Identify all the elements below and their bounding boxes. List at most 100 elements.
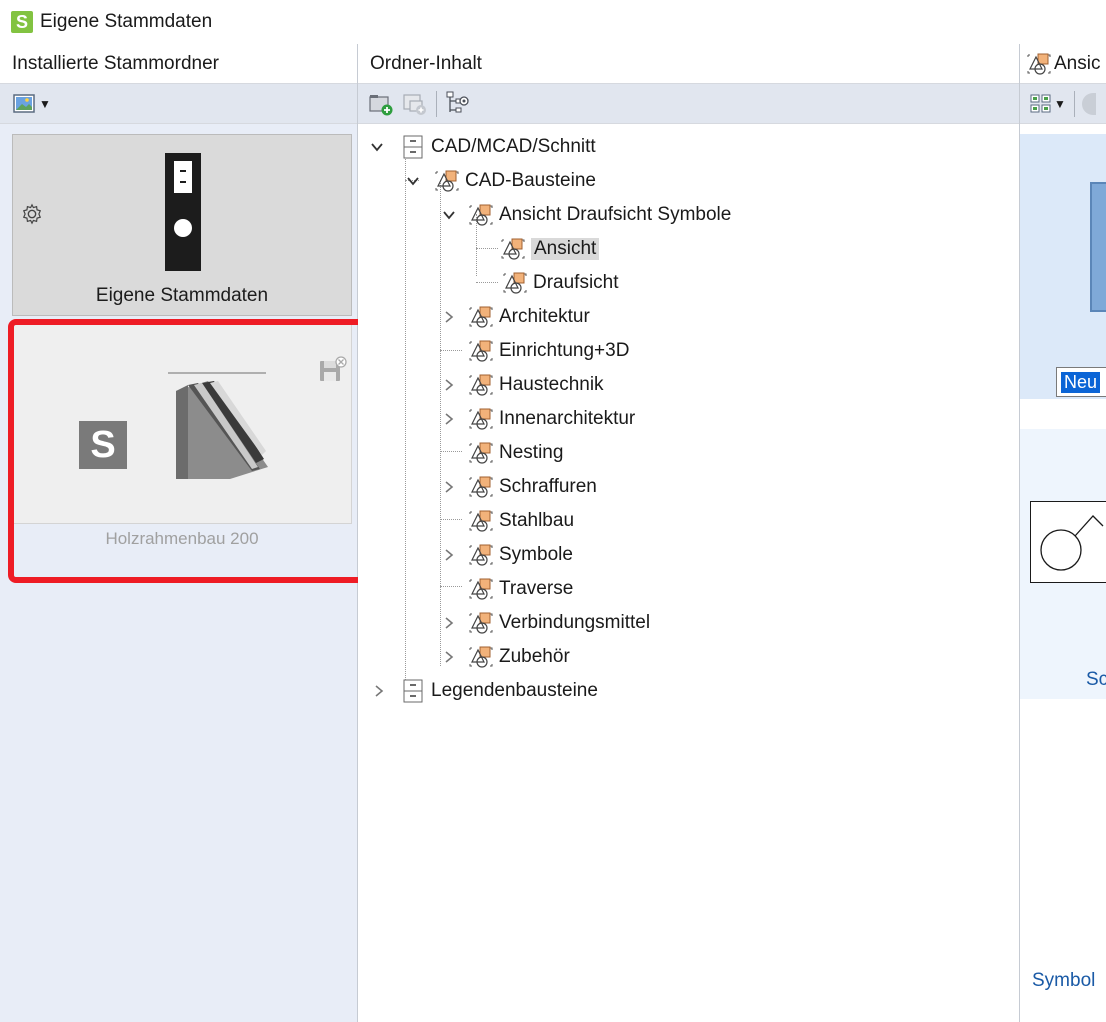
new-folder-button[interactable] bbox=[368, 91, 394, 117]
chevron-down-icon: ▼ bbox=[39, 96, 51, 111]
rename-input[interactable]: Neu bbox=[1056, 367, 1106, 397]
tree-item-stahlbau[interactable]: Stahlbau bbox=[468, 505, 574, 537]
symbol-folder-icon bbox=[469, 612, 493, 634]
zoom-button[interactable] bbox=[1081, 92, 1096, 115]
tree-item-haustechnik[interactable]: Haustechnik bbox=[468, 369, 604, 401]
tree-item-ansicht[interactable]: Ansicht bbox=[500, 233, 600, 265]
symbol-folder-icon bbox=[469, 510, 493, 532]
tree-item-label: CAD-Bausteine bbox=[465, 170, 596, 191]
installed-folders-header: Installierte Stammordner bbox=[0, 44, 357, 84]
image-view-icon bbox=[13, 93, 35, 113]
tree-item-cad-mcad-schnitt[interactable]: CAD/MCAD/Schnitt bbox=[400, 131, 596, 163]
tree-expander-collapsed[interactable] bbox=[372, 684, 386, 698]
symbol-folder-icon bbox=[469, 476, 493, 498]
symbol-folder-icon bbox=[469, 340, 493, 362]
tree-item-label: Einrichtung+3D bbox=[499, 340, 630, 361]
preview-header-label: Ansic bbox=[1054, 52, 1101, 74]
tree-expander-collapsed[interactable] bbox=[442, 378, 456, 392]
timber-frame-image bbox=[168, 372, 268, 479]
toolbar-separator bbox=[1073, 90, 1075, 117]
symbol-link[interactable]: Symbol bbox=[1032, 970, 1095, 992]
s-logo-icon: S bbox=[79, 421, 127, 469]
tree-item-label: Draufsicht bbox=[533, 272, 619, 293]
tree-item-label: Architektur bbox=[499, 306, 590, 327]
tree-item-label: Symbole bbox=[499, 544, 573, 565]
preview-item-symbol[interactable]: Sc bbox=[1020, 429, 1106, 699]
symbol-folder-icon bbox=[469, 204, 493, 226]
gear-icon[interactable] bbox=[21, 203, 43, 225]
symbol-folder-icon bbox=[469, 646, 493, 668]
symbol-caption: Sc bbox=[1086, 669, 1106, 690]
symbol-folder-icon bbox=[1027, 53, 1051, 75]
symbol-folder-icon bbox=[469, 408, 493, 430]
tree-view-button[interactable] bbox=[445, 91, 471, 117]
rename-input-value: Neu bbox=[1061, 371, 1101, 393]
tree-expander-collapsed[interactable] bbox=[442, 548, 456, 562]
tree-item-innenarchitektur[interactable]: Innenarchitektur bbox=[468, 403, 635, 435]
tree-item-schraffuren[interactable]: Schraffuren bbox=[468, 471, 597, 503]
tree-item-label: Zubehör bbox=[499, 646, 570, 667]
tree-item-label: Haustechnik bbox=[499, 374, 604, 395]
middle-toolbar bbox=[358, 84, 1019, 124]
tree-expander-expanded[interactable] bbox=[370, 140, 384, 154]
app-window: S Eigene Stammdaten Installierte Stammor… bbox=[0, 0, 1106, 1022]
tree-item-label: Traverse bbox=[499, 578, 574, 599]
preview-panel: Ansic ▼ Neu Sc Symbol bbox=[1020, 44, 1106, 1022]
new-subfolder-button[interactable] bbox=[402, 91, 428, 117]
tree-expander-collapsed[interactable] bbox=[442, 616, 456, 630]
installed-folders-panel: Installierte Stammordner ▼ Eigene Stammd… bbox=[0, 44, 368, 1022]
folder-card-eigene-stammdaten[interactable]: Eigene Stammdaten bbox=[12, 134, 352, 316]
tree-expander-expanded[interactable] bbox=[442, 208, 456, 222]
tree-item-symbole[interactable]: Symbole bbox=[468, 539, 573, 571]
tree-item-cad-bausteine[interactable]: CAD-Bausteine bbox=[434, 165, 596, 197]
tree-item-label: Innenarchitektur bbox=[499, 408, 636, 429]
tree-item-nesting[interactable]: Nesting bbox=[468, 437, 563, 469]
preview-toolbar: ▼ bbox=[1020, 84, 1106, 124]
tree-expander-collapsed[interactable] bbox=[442, 310, 456, 324]
preview-header: Ansic bbox=[1020, 44, 1106, 84]
symbol-drawing bbox=[1040, 515, 1104, 571]
window-title: Eigene Stammdaten bbox=[40, 11, 213, 32]
tree-item-draufsicht[interactable]: Draufsicht bbox=[502, 267, 619, 299]
grid-view-icon bbox=[1030, 94, 1051, 112]
tree-item-label: Schraffuren bbox=[499, 476, 597, 497]
tree-item-label: Ansicht Draufsicht Symbole bbox=[499, 204, 732, 225]
preview-thumbnail bbox=[1090, 182, 1106, 312]
tree-expander-expanded[interactable] bbox=[406, 174, 420, 188]
tree-item-label: Ansicht bbox=[531, 238, 600, 260]
folder-content-panel: Ordner-Inhalt CAD/MCAD/Schnitt CAD-Baust… bbox=[358, 44, 1020, 1022]
symbol-thumbnail bbox=[1030, 501, 1106, 583]
tree-expander-collapsed[interactable] bbox=[442, 412, 456, 426]
symbol-folder-icon bbox=[469, 306, 493, 328]
new-subfolder-icon bbox=[403, 93, 426, 115]
symbol-folder-icon bbox=[469, 374, 493, 396]
tree-item-einrichtung-3d[interactable]: Einrichtung+3D bbox=[468, 335, 629, 367]
view-mode-dropdown[interactable]: ▼ bbox=[10, 91, 54, 117]
save-disk-icon[interactable] bbox=[319, 355, 347, 385]
tree-item-ansicht-draufsicht-symbole[interactable]: Ansicht Draufsicht Symbole bbox=[468, 199, 731, 231]
view-grid-dropdown[interactable]: ▼ bbox=[1030, 94, 1066, 114]
tree-item-label: Stahlbau bbox=[499, 510, 575, 531]
tree-item-label: Legendenbausteine bbox=[431, 680, 598, 701]
symbol-folder-icon bbox=[469, 442, 493, 464]
tree-item-label: Verbindungsmittel bbox=[499, 612, 651, 633]
card-label: Eigene Stammdaten bbox=[95, 285, 269, 306]
left-toolbar: ▼ bbox=[0, 84, 357, 124]
preview-item-selected[interactable]: Neu bbox=[1020, 134, 1106, 399]
new-folder-icon bbox=[369, 94, 393, 115]
cabinet-icon bbox=[403, 679, 423, 703]
tree-item-label: Nesting bbox=[499, 442, 564, 463]
symbol-folder-icon bbox=[503, 272, 527, 294]
folder-card-holzrahmenbau-200[interactable]: S Holzrahmenbau 200 bbox=[12, 324, 352, 548]
tree-item-architektur[interactable]: Architektur bbox=[468, 301, 590, 333]
tree-expander-collapsed[interactable] bbox=[442, 650, 456, 664]
chevron-down-icon: ▼ bbox=[1054, 96, 1066, 111]
cabinet-icon bbox=[403, 135, 423, 159]
tree-item-verbindungsmittel[interactable]: Verbindungsmittel bbox=[468, 607, 650, 639]
tree-item-legendenbausteine[interactable]: Legendenbausteine bbox=[400, 675, 598, 707]
symbol-folder-icon bbox=[435, 170, 459, 192]
tree-expander-collapsed[interactable] bbox=[442, 480, 456, 494]
tree-item-traverse[interactable]: Traverse bbox=[468, 573, 573, 605]
tree-item-zubehoer[interactable]: Zubehör bbox=[468, 641, 570, 673]
symbol-folder-icon bbox=[469, 544, 493, 566]
